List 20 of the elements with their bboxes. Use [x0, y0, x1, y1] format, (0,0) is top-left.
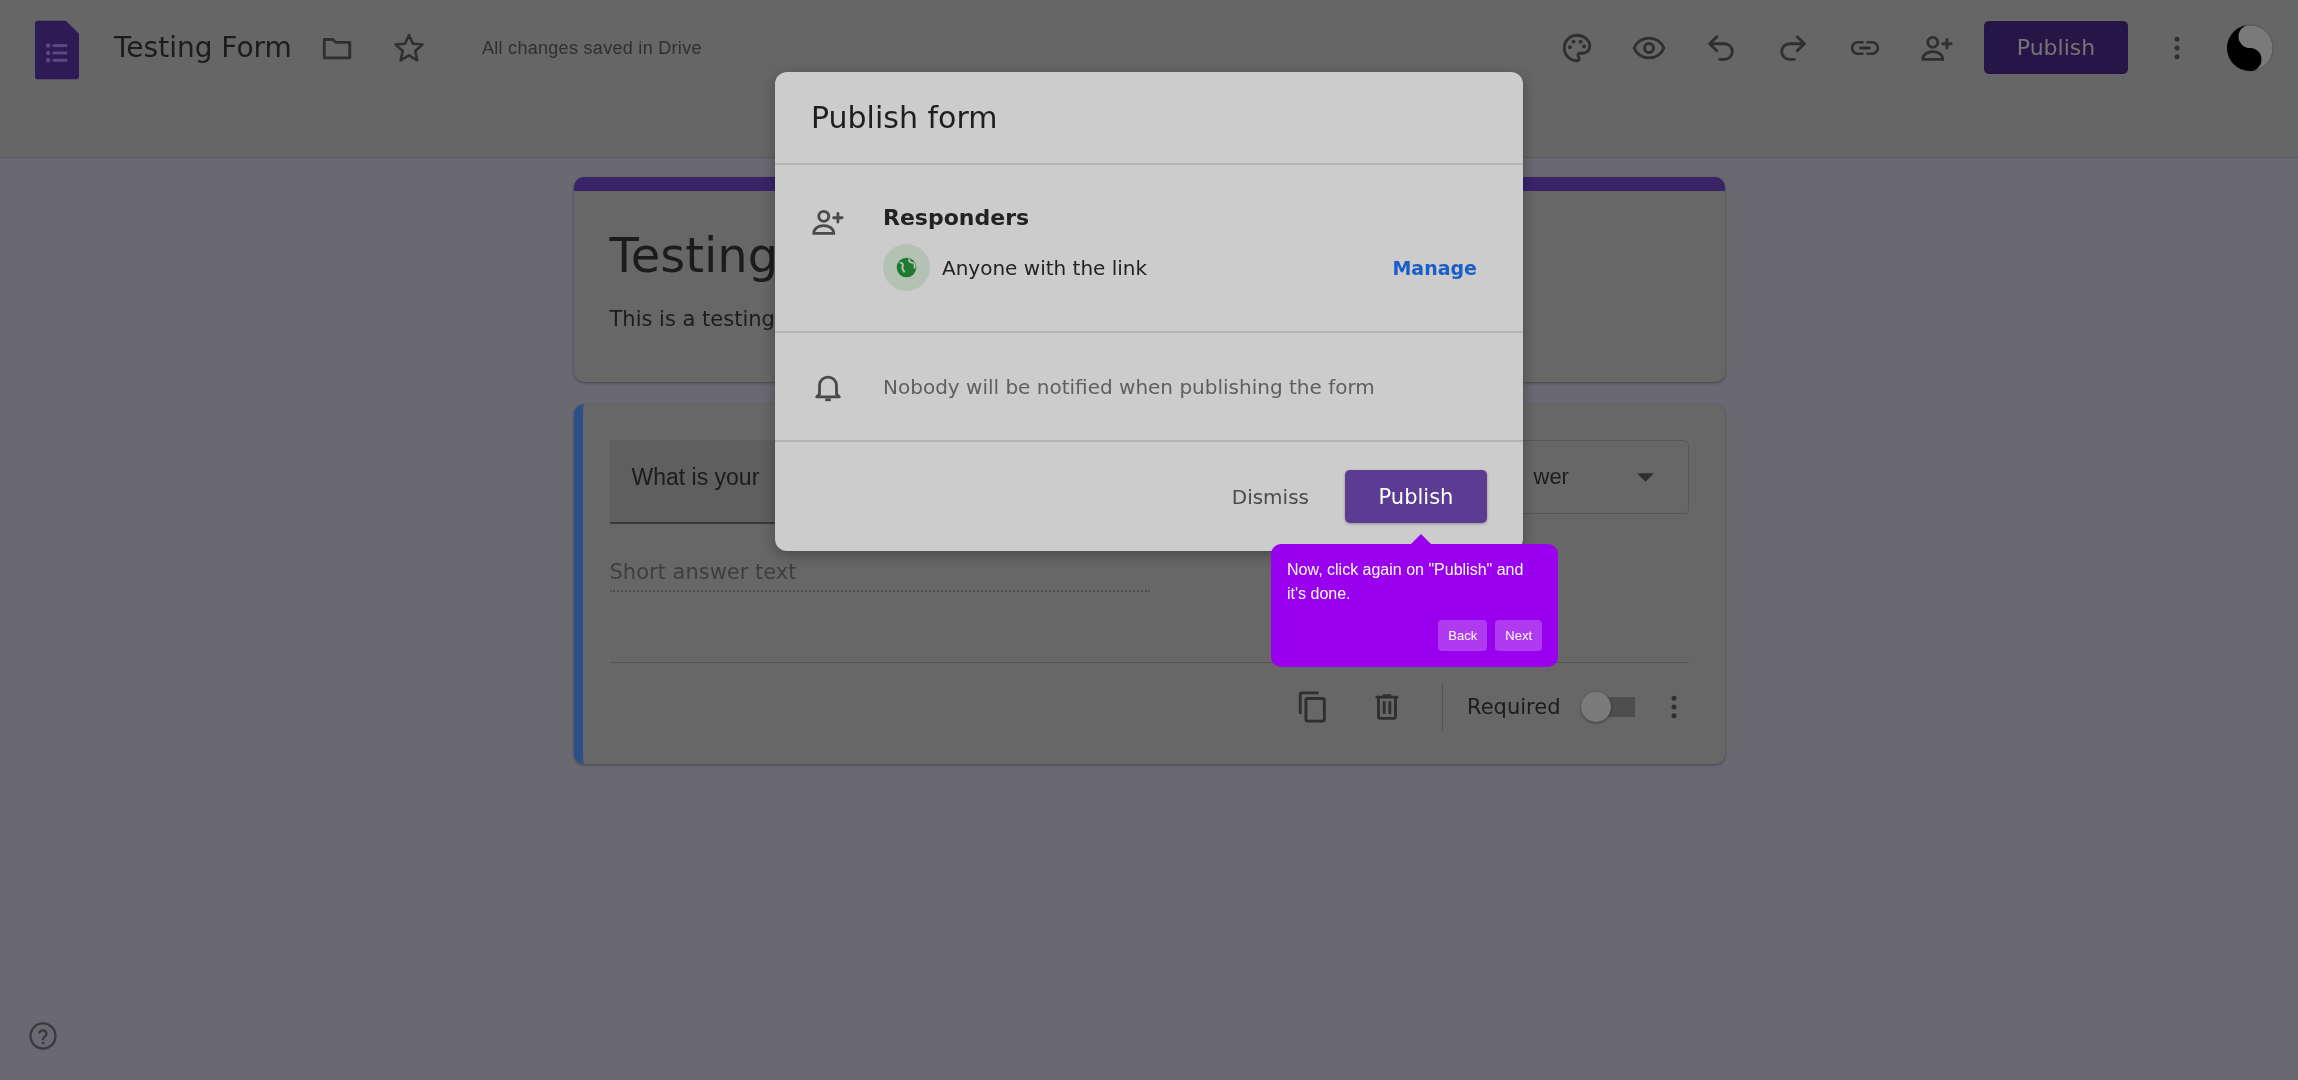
responders-heading: Responders [883, 205, 1031, 230]
caret-icon [1636, 472, 1654, 482]
next-button[interactable]: Next [1495, 620, 1542, 651]
help-icon[interactable] [28, 1021, 58, 1051]
dismiss-button[interactable]: Dismiss [1223, 472, 1317, 521]
dialog-title: Publish form [811, 100, 998, 135]
access-setting: Anyone with the link [942, 255, 1149, 280]
required-label: Required [1467, 695, 1561, 719]
forms-logo-icon[interactable] [35, 20, 79, 80]
notification-note: Nobody will be notified when publishing the form [883, 374, 1375, 399]
back-button[interactable]: Back [1438, 620, 1488, 651]
tooltip-text: Now, click again on "Publish" and it's done. [1287, 560, 1525, 604]
publish-button[interactable]: Publish [1984, 21, 2128, 74]
publish-button[interactable]: Publish [1345, 470, 1487, 523]
form-title[interactable]: Testing Form [114, 20, 292, 76]
globe-icon [883, 244, 930, 291]
star-icon[interactable] [391, 31, 426, 65]
manage-link[interactable]: Manage [1392, 256, 1477, 279]
yin-yang-avatar[interactable] [2226, 24, 2274, 72]
palette-icon[interactable] [1560, 31, 1594, 65]
